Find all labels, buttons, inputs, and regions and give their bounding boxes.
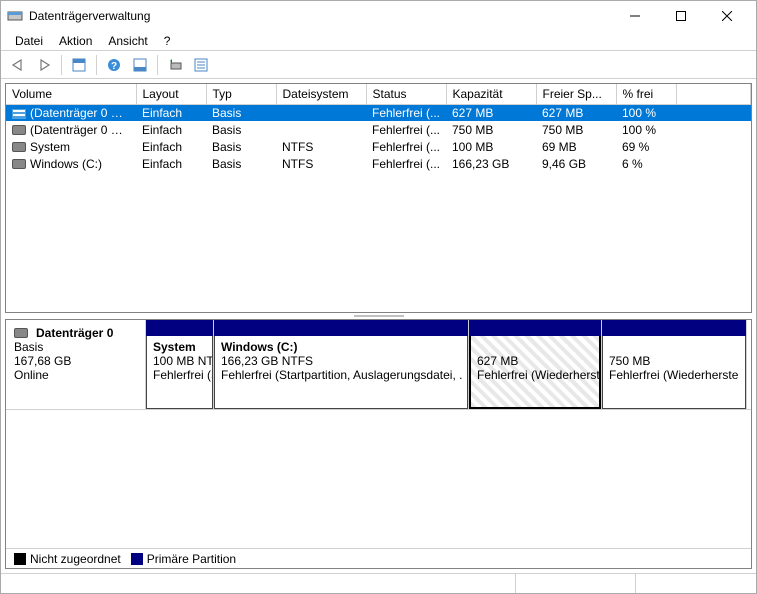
disk-state: Online (14, 368, 137, 382)
window-title: Datenträgerverwaltung (29, 9, 612, 23)
help-icon[interactable]: ? (103, 54, 125, 76)
app-icon (7, 8, 23, 24)
volume-icon (12, 125, 26, 135)
volume-list[interactable]: Volume Layout Typ Dateisystem Status Kap… (5, 83, 752, 313)
forward-button[interactable] (33, 54, 55, 76)
titlebar: Datenträgerverwaltung (1, 1, 756, 31)
volume-row[interactable]: (Datenträger 0 Par...EinfachBasisFehlerf… (6, 104, 751, 121)
legend-unalloc: Nicht zugeordnet (30, 552, 121, 566)
maximize-button[interactable] (658, 1, 704, 31)
disk-kind: Basis (14, 340, 137, 354)
disk-name: Datenträger 0 (36, 326, 113, 340)
menu-action[interactable]: Aktion (51, 34, 100, 48)
disk-row: Datenträger 0 Basis 167,68 GB Online Sys… (6, 320, 751, 410)
menu-help[interactable]: ? (156, 34, 179, 48)
close-button[interactable] (704, 1, 750, 31)
legend: Nicht zugeordnet Primäre Partition (6, 548, 751, 568)
volume-icon (12, 142, 26, 152)
legend-unalloc-swatch (14, 553, 26, 565)
menu-bar: Datei Aktion Ansicht ? (1, 31, 756, 51)
back-button[interactable] (7, 54, 29, 76)
content-area: Volume Layout Typ Dateisystem Status Kap… (1, 79, 756, 573)
legend-primary: Primäre Partition (147, 552, 236, 566)
col-volume[interactable]: Volume (6, 84, 136, 104)
menu-view[interactable]: Ansicht (100, 34, 155, 48)
col-free[interactable]: Freier Sp... (536, 84, 616, 104)
volume-icon (12, 159, 26, 169)
col-pct[interactable]: % frei (616, 84, 676, 104)
column-headers[interactable]: Volume Layout Typ Dateisystem Status Kap… (6, 84, 751, 104)
partition[interactable]: 750 MBFehlerfrei (Wiederherste (602, 320, 747, 409)
partition[interactable]: System100 MB NTFSFehlerfrei (Syste (146, 320, 214, 409)
toolbar: ? (1, 51, 756, 79)
minimize-button[interactable] (612, 1, 658, 31)
partition[interactable]: Windows (C:)166,23 GB NTFSFehlerfrei (St… (214, 320, 469, 409)
volume-row[interactable]: SystemEinfachBasisNTFSFehlerfrei (...100… (6, 138, 751, 155)
partition[interactable]: 627 MBFehlerfrei (Wiederherst (469, 320, 602, 409)
disk-map: Datenträger 0 Basis 167,68 GB Online Sys… (5, 319, 752, 569)
disk-label[interactable]: Datenträger 0 Basis 167,68 GB Online (6, 320, 146, 409)
status-bar (1, 573, 756, 593)
menu-file[interactable]: Datei (7, 34, 51, 48)
view-bottom-icon[interactable] (129, 54, 151, 76)
col-layout[interactable]: Layout (136, 84, 206, 104)
svg-text:?: ? (111, 61, 117, 72)
settings-list-icon[interactable] (190, 54, 212, 76)
disk-icon (14, 328, 28, 338)
col-type[interactable]: Typ (206, 84, 276, 104)
legend-primary-swatch (131, 553, 143, 565)
col-status[interactable]: Status (366, 84, 446, 104)
disk-size: 167,68 GB (14, 354, 137, 368)
volume-row[interactable]: (Datenträger 0 Par...EinfachBasisFehlerf… (6, 121, 751, 138)
refresh-icon[interactable] (164, 54, 186, 76)
col-fs[interactable]: Dateisystem (276, 84, 366, 104)
view-top-icon[interactable] (68, 54, 90, 76)
volume-icon (12, 109, 26, 119)
col-capacity[interactable]: Kapazität (446, 84, 536, 104)
window-controls (612, 1, 750, 31)
disk-partitions: System100 MB NTFSFehlerfrei (SysteWindow… (146, 320, 751, 409)
volume-row[interactable]: Windows (C:)EinfachBasisNTFSFehlerfrei (… (6, 155, 751, 172)
